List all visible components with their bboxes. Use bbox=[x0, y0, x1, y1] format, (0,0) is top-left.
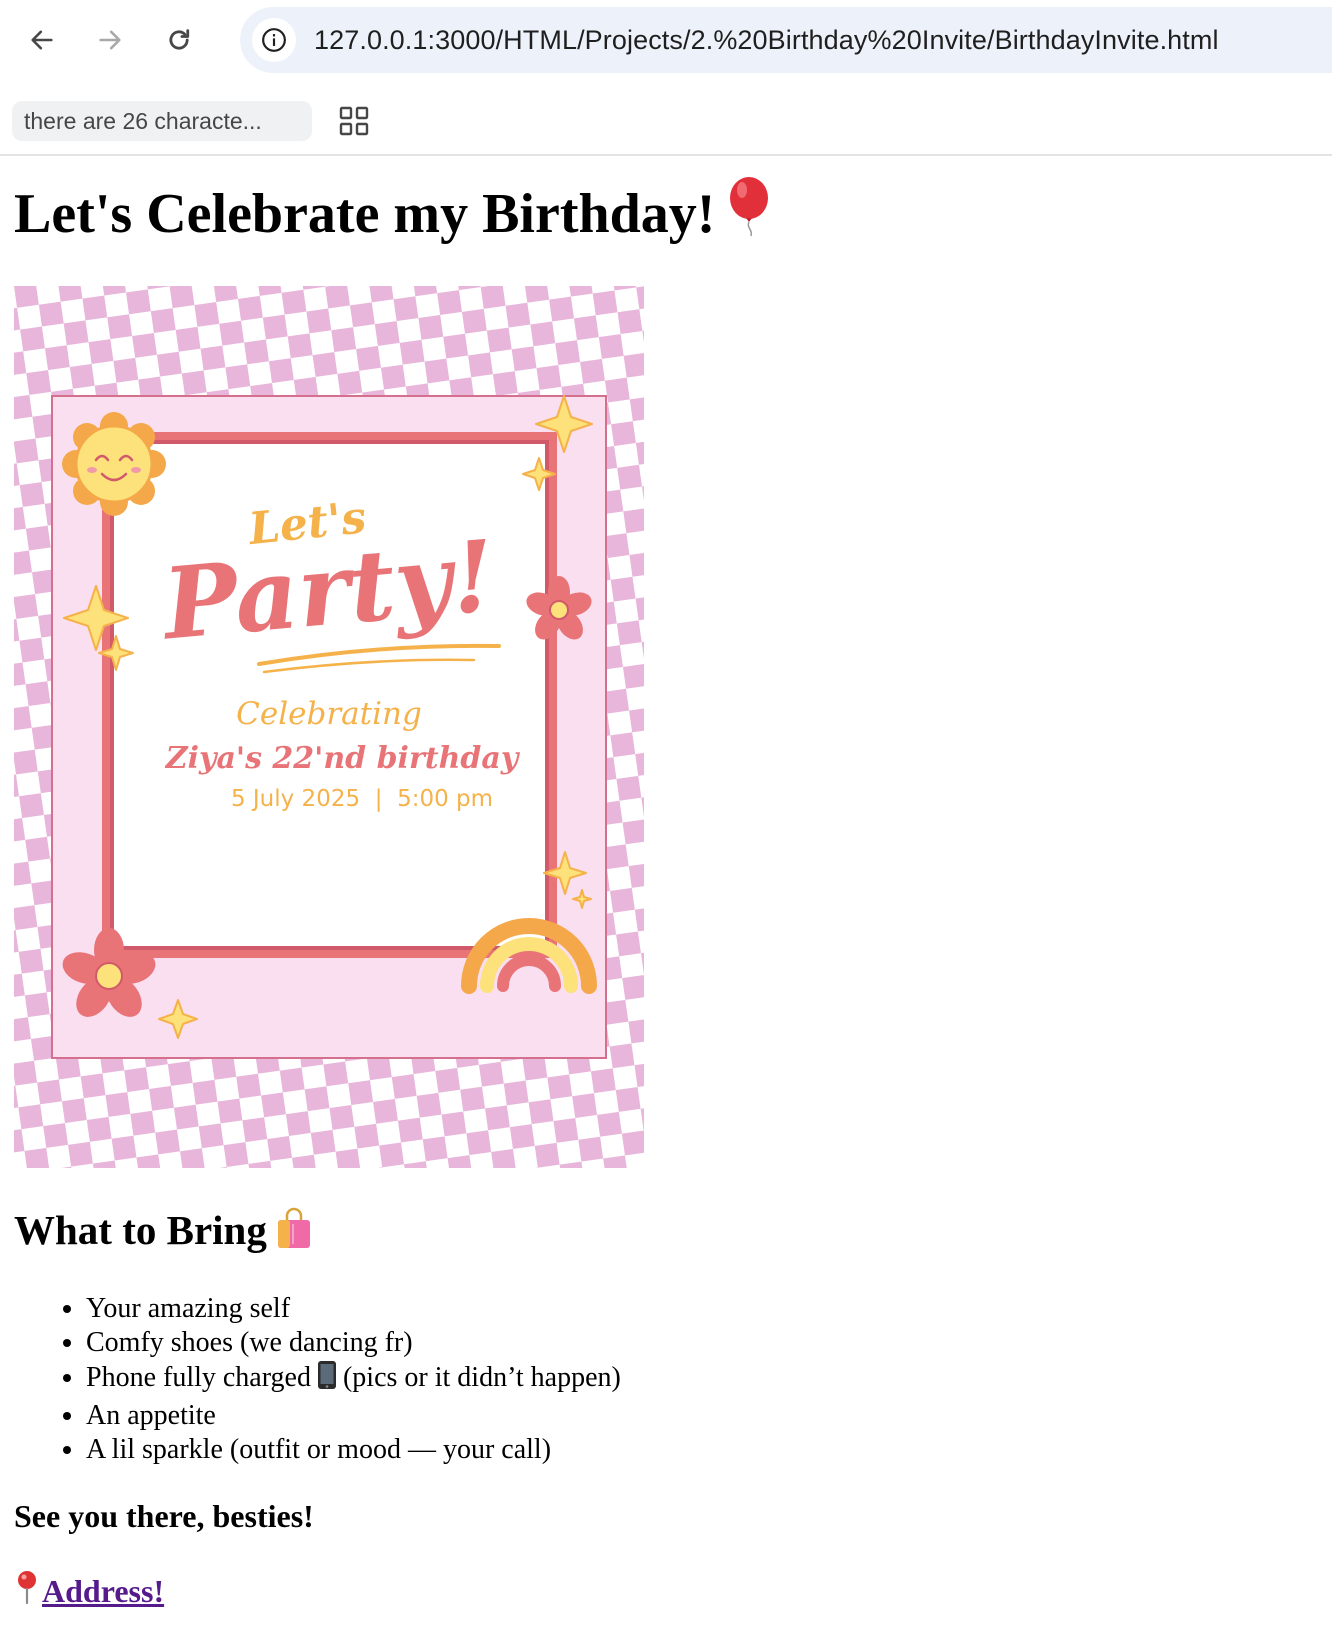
page-title-text: Let's Celebrate my Birthday! bbox=[14, 183, 716, 245]
invite-line-2: Ziya's 22'nd birthday bbox=[165, 741, 521, 776]
site-info-button[interactable] bbox=[252, 18, 296, 62]
list-item-text: Phone fully charged bbox=[86, 1362, 311, 1393]
page-title: Let's Celebrate my Birthday! bbox=[14, 176, 775, 252]
address-link[interactable]: Address! bbox=[14, 1570, 164, 1613]
bring-heading-text: What to Bring bbox=[14, 1207, 267, 1253]
mobile-phone-icon bbox=[317, 1360, 337, 1399]
bring-heading: What to Bring bbox=[14, 1206, 315, 1260]
bookmark-item[interactable]: there are 26 characte... bbox=[12, 101, 312, 141]
toolbar-divider bbox=[0, 154, 1332, 156]
list-item: A lil sparkle (outfit or mood — your cal… bbox=[86, 1433, 621, 1467]
invite-line-1: Celebrating bbox=[236, 696, 422, 732]
grid-icon bbox=[339, 106, 369, 136]
address-link-text: Address! bbox=[42, 1573, 165, 1609]
back-button[interactable] bbox=[20, 18, 64, 62]
list-item: Your amazing self bbox=[86, 1292, 621, 1326]
reload-button[interactable] bbox=[157, 18, 201, 62]
forward-button[interactable] bbox=[88, 18, 132, 62]
list-item-text: (pics or it didn’t happen) bbox=[342, 1362, 621, 1393]
pin-icon bbox=[14, 1570, 40, 1613]
closing-text: See you there, besties! bbox=[14, 1498, 314, 1534]
invite-image: Let's Party! Celebrating Ziya's 22'nd bi… bbox=[14, 286, 644, 1168]
list-item: An appetite bbox=[86, 1399, 621, 1433]
address-bar[interactable]: 127.0.0.1:3000/HTML/Projects/2.%20Birthd… bbox=[240, 7, 1332, 73]
arrow-left-icon bbox=[31, 30, 53, 50]
apps-button[interactable] bbox=[337, 104, 371, 138]
url-text[interactable]: 127.0.0.1:3000/HTML/Projects/2.%20Birthd… bbox=[314, 7, 1219, 73]
browser-chrome: 127.0.0.1:3000/HTML/Projects/2.%20Birthd… bbox=[0, 0, 1332, 156]
arrow-right-icon bbox=[99, 30, 121, 50]
reload-icon bbox=[169, 29, 190, 50]
invite-line-3: 5 July 2025 | 5:00 pm bbox=[231, 786, 493, 812]
bring-list: Your amazing self Comfy shoes (we dancin… bbox=[14, 1292, 621, 1467]
shopping-bag-icon bbox=[273, 1206, 315, 1260]
balloon-icon bbox=[723, 176, 775, 252]
list-item: Comfy shoes (we dancing fr) bbox=[86, 1326, 621, 1360]
list-item: Phone fully charged (pics or it didn’t ha… bbox=[86, 1360, 621, 1399]
info-icon bbox=[262, 28, 286, 52]
